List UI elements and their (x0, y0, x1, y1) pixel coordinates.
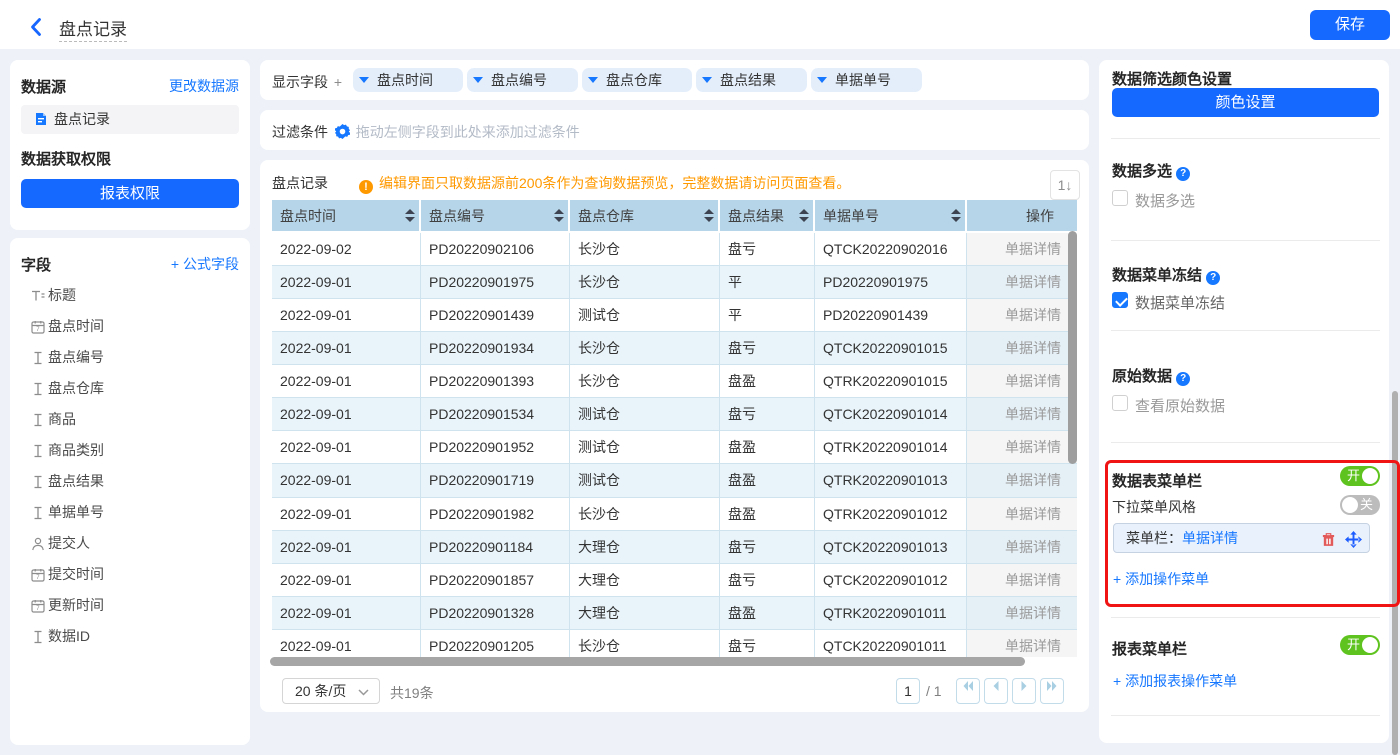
svg-text:7: 7 (36, 575, 40, 581)
svg-text:7: 7 (36, 327, 40, 333)
svg-text:7: 7 (36, 606, 40, 612)
